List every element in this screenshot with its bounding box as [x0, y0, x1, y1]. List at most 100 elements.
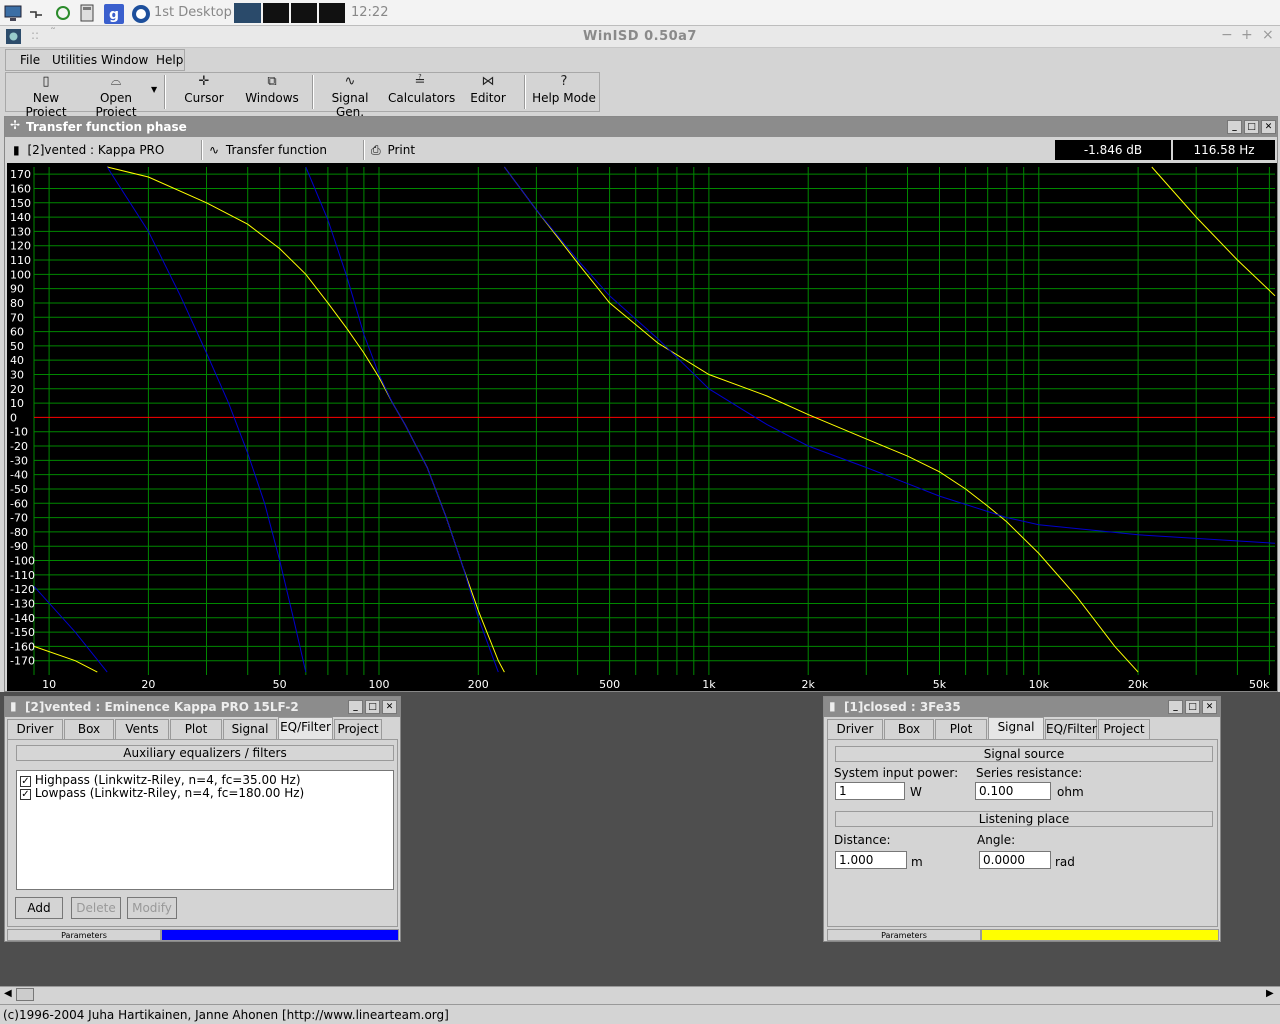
- project-select[interactable]: ▮ [2]vented : Kappa PRO 15LF-2 ▼: [13, 140, 199, 177]
- minimize-icon[interactable]: _: [1227, 120, 1242, 134]
- statusbar: (c)1996-2004 Juha Hartikainen, Janne Aho…: [0, 1004, 1280, 1024]
- y-tick-label: 120: [10, 240, 31, 253]
- vented-window-titlebar[interactable]: ▮ [2]vented : Eminence Kappa PRO 15LF-2 …: [5, 697, 400, 717]
- menu-window[interactable]: Window: [101, 53, 148, 67]
- add-button[interactable]: Add: [15, 897, 63, 919]
- y-tick-label: -170: [10, 655, 35, 668]
- closed-window-titlebar[interactable]: ▮ [1]closed : 3Fe35 _ □ ✕: [824, 697, 1220, 717]
- y-tick-label: 90: [10, 283, 24, 296]
- task-slot[interactable]: [263, 3, 289, 23]
- maximize-icon[interactable]: □: [1244, 120, 1259, 134]
- list-item[interactable]: ✓ Lowpass (Linkwitz-Riley, n=4, fc=180.0…: [20, 786, 304, 800]
- distance-field[interactable]: 1.000: [835, 851, 907, 869]
- menu-help[interactable]: Help: [156, 53, 183, 67]
- task-slot[interactable]: [291, 3, 317, 23]
- network-icon[interactable]: [28, 4, 46, 22]
- minimize-icon[interactable]: _: [1168, 700, 1183, 714]
- checkbox-checked-icon[interactable]: ✓: [20, 789, 31, 800]
- list-item[interactable]: ✓ Highpass (Linkwitz-Riley, n=4, fc=35.0…: [20, 773, 301, 787]
- input-power-field[interactable]: 1: [835, 782, 905, 800]
- new-project-button[interactable]: ▯ New Project: [12, 73, 80, 119]
- vented-project-window: ▮ [2]vented : Eminence Kappa PRO 15LF-2 …: [4, 696, 401, 942]
- x-tick-label: 50: [273, 678, 287, 691]
- menu-file[interactable]: File: [20, 53, 40, 67]
- phase-plot[interactable]: 1701601501401301201101009080706050403020…: [7, 163, 1277, 691]
- close-icon[interactable]: ✕: [1261, 120, 1276, 134]
- task-slot[interactable]: [319, 3, 345, 23]
- y-tick-label: 40: [10, 354, 24, 367]
- pin-icon[interactable]: ✢: [10, 118, 20, 132]
- speaker-icon: ▮: [13, 143, 20, 157]
- tab-plot[interactable]: Plot: [935, 719, 987, 739]
- calculators-button[interactable]: ≟ Calculators: [388, 73, 455, 111]
- graph-window: ✢ Transfer function phase _ □ ✕ ▮ [2]ven…: [4, 116, 1278, 692]
- y-tick-label: 70: [10, 311, 24, 324]
- tab-driver[interactable]: Driver: [827, 719, 883, 739]
- tab-eq-filter[interactable]: EQ/Filter: [1045, 719, 1097, 739]
- scroll-right-icon[interactable]: ▶: [1266, 988, 1274, 999]
- menu-utilities[interactable]: Utilities: [52, 53, 97, 67]
- open-project-dropdown-icon[interactable]: ▼: [151, 85, 157, 94]
- modify-button[interactable]: Modify: [127, 897, 177, 919]
- hz-readout: 116.58 Hz: [1173, 140, 1275, 160]
- tab-project[interactable]: Project: [1098, 719, 1150, 739]
- close-icon[interactable]: ×: [1262, 27, 1274, 43]
- delete-button[interactable]: Delete: [71, 897, 121, 919]
- distance-unit: m: [911, 855, 923, 869]
- tab-box[interactable]: Box: [64, 719, 114, 739]
- task-slot-winisd[interactable]: [234, 3, 261, 23]
- y-tick-label: 10: [10, 397, 24, 410]
- print-button[interactable]: ⎙ Print: [371, 140, 421, 160]
- graph-select[interactable]: ∿ Transfer function phase ▼: [209, 140, 359, 177]
- browser-globe-icon[interactable]: [131, 4, 150, 23]
- y-tick-label: -20: [10, 440, 28, 453]
- tab-eq-filter[interactable]: EQ/Filter: [278, 717, 333, 739]
- filter-list: ✓ Highpass (Linkwitz-Riley, n=4, fc=35.0…: [16, 770, 394, 890]
- calculator-app-icon[interactable]: [78, 4, 96, 22]
- google-icon[interactable]: g: [104, 4, 124, 24]
- tab-signal[interactable]: Signal: [223, 719, 277, 739]
- listening-place-section: Listening place: [835, 811, 1213, 827]
- y-tick-label: -90: [10, 540, 28, 553]
- scrollbar-thumb[interactable]: [16, 988, 34, 1001]
- graph-window-title: Transfer function phase: [26, 120, 187, 134]
- y-tick-label: 80: [10, 297, 24, 310]
- window-title: WinISD 0.50a7: [583, 29, 697, 44]
- computer-icon[interactable]: [4, 4, 22, 22]
- tab-vents[interactable]: Vents: [115, 719, 169, 739]
- recycle-icon[interactable]: [54, 4, 72, 22]
- y-tick-label: -80: [10, 526, 28, 539]
- tab-box[interactable]: Box: [884, 719, 934, 739]
- cursor-button[interactable]: ✛ Cursor: [174, 73, 234, 111]
- input-power-label: System input power:: [834, 766, 959, 780]
- tab-project[interactable]: Project: [334, 719, 382, 739]
- series-res-field[interactable]: 0.100: [975, 782, 1051, 800]
- close-icon[interactable]: ✕: [1202, 700, 1217, 714]
- menubar: File Utilities Window Help: [5, 49, 185, 71]
- signal-gen-button[interactable]: ∿ Signal Gen.: [318, 73, 382, 119]
- scroll-left-icon[interactable]: ◀: [4, 988, 12, 999]
- x-tick-label: 5k: [933, 678, 947, 691]
- tab-plot[interactable]: Plot: [170, 719, 222, 739]
- maximize-icon[interactable]: □: [365, 700, 380, 714]
- tab-driver[interactable]: Driver: [7, 719, 63, 739]
- maximize-icon[interactable]: +: [1241, 27, 1253, 43]
- x-tick-label: 1k: [702, 678, 716, 691]
- desktop-label[interactable]: 1st Desktop: [154, 5, 232, 20]
- help-mode-button[interactable]: ? Help Mode: [532, 73, 596, 111]
- maximize-icon[interactable]: □: [1185, 700, 1200, 714]
- parameters-progress-bar: [161, 929, 399, 941]
- windows-button[interactable]: ⧉ Windows: [242, 73, 302, 111]
- horizontal-scrollbar[interactable]: ◀ ▶: [0, 986, 1280, 1002]
- close-icon[interactable]: ✕: [382, 700, 397, 714]
- series-res-unit: ohm: [1057, 785, 1084, 799]
- tab-panel: Signal source System input power: 1 W Se…: [827, 739, 1218, 927]
- angle-field[interactable]: 0.0000: [979, 851, 1051, 869]
- minimize-icon[interactable]: _: [348, 700, 363, 714]
- minimize-icon[interactable]: −: [1221, 27, 1233, 43]
- tab-signal[interactable]: Signal: [988, 717, 1044, 739]
- vented-window-title: [2]vented : Eminence Kappa PRO 15LF-2: [25, 700, 299, 714]
- graph-window-titlebar[interactable]: ✢ Transfer function phase _ □ ✕: [5, 117, 1277, 137]
- open-project-button[interactable]: ⌓ Open Project: [82, 73, 150, 119]
- editor-button[interactable]: ⋈ Editor: [458, 73, 518, 111]
